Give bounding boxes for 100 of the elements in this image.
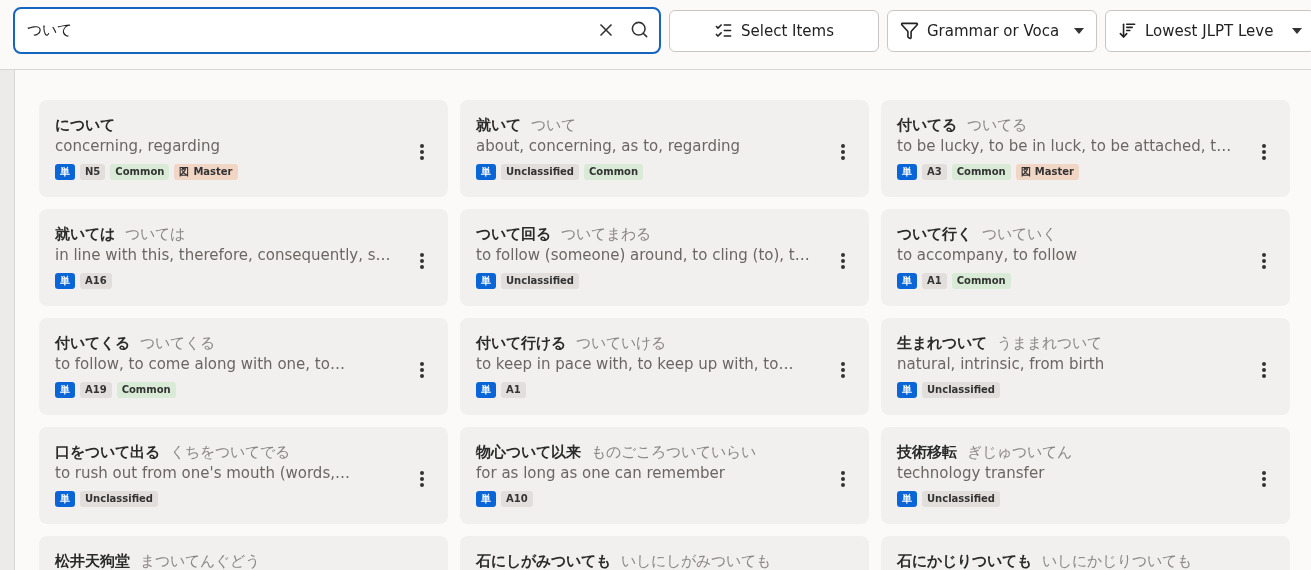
word-card[interactable]: について concerning, regarding 単 N5 Common 図 Master [39, 100, 448, 197]
word-card[interactable]: 付いてくる ついてくる to follow, to come along with one, to… 単 A19 Common [39, 318, 448, 415]
word-title: 生まれついて [897, 334, 987, 353]
word-type-badge: 単 [897, 273, 917, 289]
more-icon [1262, 143, 1266, 160]
word-title: 石にしがみついても [476, 552, 611, 570]
tag: A1 [501, 382, 526, 398]
word-card[interactable]: 松井天狗堂 まついてんぐどう [39, 536, 448, 570]
more-icon [1262, 252, 1266, 269]
word-title: 付いてる [897, 116, 957, 135]
word-card[interactable]: 付いてる ついてる to be lucky, to be in luck, to be attached, t… 単 A3 Common 図 Master [881, 100, 1290, 197]
caret-icon [1074, 27, 1084, 34]
caret-icon [1292, 27, 1302, 34]
word-reading: ものごころついていらい [591, 443, 756, 462]
word-title: 就いて [476, 116, 521, 135]
word-title: 付いてくる [55, 334, 130, 353]
word-reading: ついてまわる [561, 225, 651, 244]
more-icon [420, 470, 424, 487]
word-card[interactable]: 物心ついて以来 ものごころついていらい for as long as one can remember 単 A10 [460, 427, 869, 524]
word-meaning: for as long as one can remember [476, 464, 726, 482]
word-meaning: in line with this, therefore, consequently, s… [55, 246, 392, 264]
more-icon [420, 252, 424, 269]
word-meaning: to follow (someone) around, to cling (to), t… [476, 246, 811, 264]
tag-icon: 図 [179, 166, 190, 178]
word-card[interactable]: 石にかじりついても いしにかじりついても [881, 536, 1290, 570]
word-meaning: technology transfer [897, 464, 1046, 482]
tag: Unclassified [80, 491, 159, 507]
word-reading: ついていける [576, 334, 666, 353]
word-type-badge: 単 [897, 491, 917, 507]
word-card[interactable]: 付いて行ける ついていける to keep in pace with, to keep up with, to… 単 A1 [460, 318, 869, 415]
word-title: について [55, 116, 115, 135]
tag: Common [951, 164, 1011, 180]
tag: A19 [80, 382, 112, 398]
word-type-badge: 単 [55, 273, 75, 289]
more-icon [841, 361, 845, 378]
word-meaning: to keep in pace with, to keep up with, to… [476, 355, 795, 373]
more-icon [420, 143, 424, 160]
word-card[interactable]: 口をついて出る くちをついてでる to rush out from one's mouth (words,… 単 Unclassified [39, 427, 448, 524]
word-title: ついて行く [897, 225, 972, 244]
word-meaning: to accompany, to follow [897, 246, 1078, 264]
more-icon [841, 252, 845, 269]
word-card[interactable]: ついて回る ついてまわる to follow (someone) around, to cling (to), t… 単 Unclassified [460, 209, 869, 306]
word-reading: うままれついて [997, 334, 1102, 353]
search-field[interactable]: ついて [13, 7, 661, 54]
tag: A16 [80, 273, 112, 289]
word-card[interactable]: 生まれついて うままれついて natural, intrinsic, from birth 単 Unclassified [881, 318, 1290, 415]
word-card[interactable]: ついて行く ついていく to accompany, to follow 単 A1 Common [881, 209, 1290, 306]
word-type-badge: 単 [476, 164, 496, 180]
word-reading: ついて [531, 116, 576, 135]
tag: Common [116, 382, 176, 398]
word-card[interactable]: 就いて ついて about, concerning, as to, regarding 単 Unclassified Common [460, 100, 869, 197]
word-meaning: concerning, regarding [55, 137, 221, 155]
word-title: 松井天狗堂 [55, 552, 130, 570]
word-reading: くちをついてでる [170, 443, 290, 462]
word-title: 物心ついて以来 [476, 443, 581, 462]
more-icon [841, 143, 845, 160]
search-icon[interactable] [630, 20, 649, 39]
tag-label: Master [193, 166, 233, 178]
word-title: 付いて行ける [476, 334, 566, 353]
sort-dropdown[interactable]: Lowest JLPT Leve [1105, 9, 1311, 52]
tag: N5 [80, 164, 106, 180]
tag: Common [110, 164, 170, 180]
word-type-badge: 単 [55, 382, 75, 398]
tag-icon: 図 [1020, 166, 1031, 178]
word-meaning: to rush out from one's mouth (words,… [55, 464, 351, 482]
word-type-badge: 単 [476, 491, 496, 507]
tag: A3 [922, 164, 947, 180]
select-items-button[interactable]: Select Items [669, 9, 879, 52]
word-type-badge: 単 [55, 491, 75, 507]
word-title: ついて回る [476, 225, 551, 244]
tag: Common [951, 273, 1011, 289]
word-card[interactable]: 石にしがみついても いしにしがみついても [460, 536, 869, 570]
tag: Unclassified [501, 273, 580, 289]
word-type-badge: 単 [55, 164, 75, 180]
word-meaning: natural, intrinsic, from birth [897, 355, 1106, 373]
filter-dropdown[interactable]: Grammar or Voca [887, 9, 1097, 52]
word-card[interactable]: 就いては ついては in line with this, therefore, consequently, s… 単 A16 [39, 209, 448, 306]
checklist-icon [714, 21, 733, 40]
tag: Common [584, 164, 644, 180]
tag: A1 [922, 273, 947, 289]
word-reading: ついていく [982, 225, 1057, 244]
word-card[interactable]: 技術移転 ぎじゅついてん technology transfer 単 Unclassified [881, 427, 1290, 524]
word-reading: ぎじゅついてん [967, 443, 1072, 462]
word-reading: ついてる [967, 116, 1027, 135]
word-title: 石にかじりついても [897, 552, 1032, 570]
word-title: 就いては [55, 225, 115, 244]
word-reading: いしにかじりついても [1042, 552, 1192, 570]
more-icon [1262, 361, 1266, 378]
filter-icon [900, 21, 919, 40]
word-reading: いしにしがみついても [621, 552, 771, 570]
word-reading: まついてんぐどう [140, 552, 260, 570]
word-type-badge: 単 [897, 164, 917, 180]
word-type-badge: 単 [476, 382, 496, 398]
sort-icon [1118, 21, 1137, 40]
word-meaning: to be lucky, to be in luck, to be attached, t… [897, 137, 1233, 155]
word-reading: ついては [125, 225, 185, 244]
tag: Unclassified [501, 164, 580, 180]
word-title: 口をついて出る [55, 443, 160, 462]
word-type-badge: 単 [897, 382, 917, 398]
word-title: 技術移転 [897, 443, 957, 462]
